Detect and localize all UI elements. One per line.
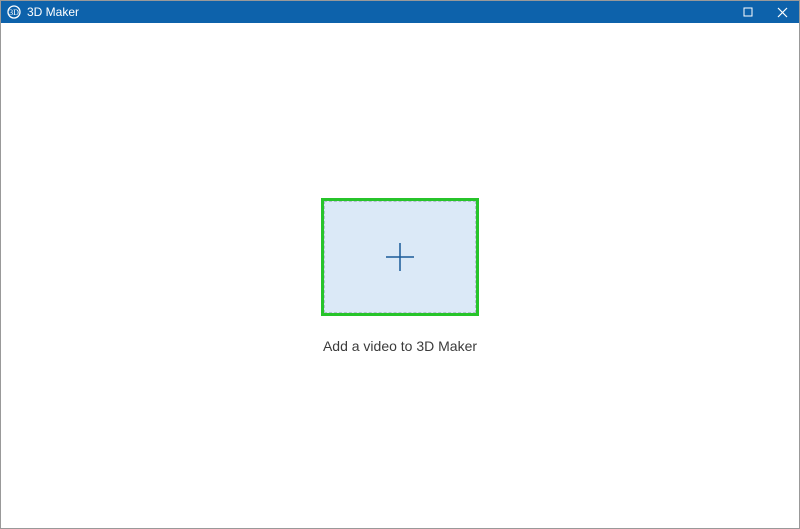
titlebar: 3D 3D Maker (1, 1, 799, 23)
app-window: 3D 3D Maker (0, 0, 800, 529)
svg-text:3D: 3D (9, 8, 19, 17)
add-video-dropzone[interactable] (324, 201, 476, 313)
plus-icon (383, 240, 417, 274)
window-title: 3D Maker (27, 5, 79, 19)
dropzone-caption: Add a video to 3D Maker (323, 338, 477, 354)
maximize-button[interactable] (731, 1, 765, 23)
close-button[interactable] (765, 1, 799, 23)
dropzone-highlight (321, 198, 479, 316)
window-controls (731, 1, 799, 23)
app-icon: 3D (7, 5, 21, 19)
maximize-icon (743, 7, 753, 17)
close-icon (777, 7, 788, 18)
main-content: Add a video to 3D Maker (1, 23, 799, 528)
